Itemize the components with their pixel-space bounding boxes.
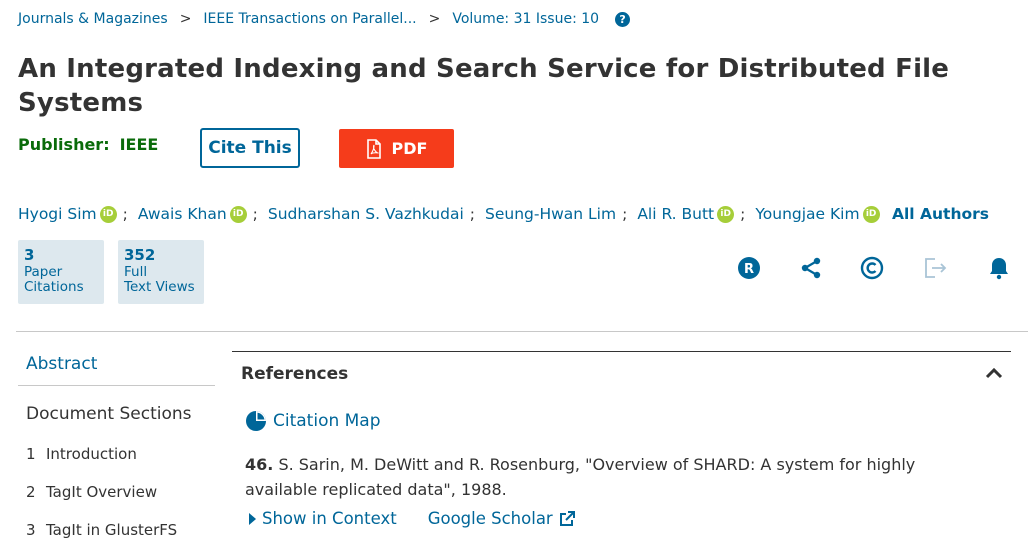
section-label: TagIt in GlusterFS: [46, 521, 178, 539]
breadcrumb-separator: >: [428, 11, 441, 27]
reference-links: Show in Context Google Scholar: [248, 509, 575, 528]
rights-icon[interactable]: R: [736, 255, 762, 281]
show-in-context-label: Show in Context: [262, 509, 397, 528]
section-label: TagIt Overview: [46, 483, 158, 501]
breadcrumb-journal[interactable]: IEEE Transactions on Parallel...: [203, 11, 416, 27]
pdf-button[interactable]: PDF: [339, 129, 454, 168]
external-link-icon: [559, 510, 575, 526]
section-number: 3: [26, 521, 36, 539]
help-icon[interactable]: ?: [615, 11, 631, 27]
publisher-value: IEEE: [119, 135, 159, 154]
author-link[interactable]: Sudharshan S. Vazhkudai: [268, 205, 464, 223]
orcid-icon[interactable]: iD: [862, 205, 880, 223]
chevron-up-icon[interactable]: [985, 365, 1003, 384]
section-label: Introduction: [46, 445, 137, 463]
page-title: An Integrated Indexing and Search Servic…: [18, 54, 950, 118]
all-authors-link[interactable]: All Authors: [892, 205, 989, 223]
orcid-icon[interactable]: iD: [99, 205, 117, 223]
metric-value: 352: [124, 246, 156, 264]
section-number: 2: [26, 483, 36, 501]
metric-label: Full: [124, 264, 148, 280]
metric-label: Citations: [24, 279, 84, 295]
metric-label: Paper: [24, 264, 63, 280]
pie-chart-icon: [246, 411, 266, 431]
paper-citations-metric[interactable]: 3 Paper Citations: [18, 240, 104, 304]
full-text-views-metric[interactable]: 352 Full Text Views: [118, 240, 204, 304]
author-link[interactable]: Youngjae Kim: [755, 205, 859, 223]
author-link[interactable]: Awais Khan: [138, 205, 227, 223]
author-link[interactable]: Seung-Hwan Lim: [485, 205, 616, 223]
orcid-icon[interactable]: iD: [717, 205, 735, 223]
breadcrumb-separator: >: [179, 11, 192, 27]
citation-map-label: Citation Map: [273, 411, 381, 431]
orcid-icon[interactable]: iD: [229, 205, 247, 223]
author-separator: ;: [252, 205, 258, 223]
metric-label: Text Views: [124, 279, 195, 295]
nav-section-tagit-overview[interactable]: 2 TagIt Overview: [26, 483, 157, 501]
author-separator: ;: [122, 205, 128, 223]
nav-section-introduction[interactable]: 1 Introduction: [26, 445, 137, 463]
breadcrumb-volume-issue[interactable]: Volume: 31 Issue: 10: [452, 11, 599, 27]
svg-text:R: R: [744, 262, 754, 277]
author-separator: ;: [469, 205, 475, 223]
author-separator: ;: [740, 205, 746, 223]
publisher-label: Publisher:: [18, 135, 110, 154]
metric-value: 3: [24, 246, 35, 264]
reference-entry: 46. S. Sarin, M. DeWitt and R. Rosenburg…: [245, 452, 985, 502]
divider: [232, 351, 1011, 352]
author-separator: ;: [622, 205, 628, 223]
caret-right-icon: [249, 512, 256, 525]
author-link[interactable]: Ali R. Butt: [637, 205, 714, 223]
breadcrumb: Journals & Magazines > IEEE Transactions…: [18, 11, 631, 27]
show-in-context-link[interactable]: Show in Context: [248, 509, 397, 528]
pdf-label: PDF: [391, 139, 428, 158]
section-number: 1: [26, 445, 36, 463]
divider: [18, 385, 215, 386]
google-scholar-label: Google Scholar: [427, 509, 553, 528]
citation-map-link[interactable]: Citation Map: [245, 410, 381, 432]
alert-bell-icon[interactable]: [986, 255, 1012, 281]
nav-section-tagit-glusterfs[interactable]: 3 TagIt in GlusterFS: [26, 521, 177, 539]
share-icon[interactable]: [798, 255, 824, 281]
references-heading: References: [241, 364, 349, 384]
pdf-file-icon: [366, 138, 381, 159]
publisher: Publisher: IEEE: [18, 135, 158, 154]
breadcrumb-journals-magazines[interactable]: Journals & Magazines: [18, 11, 168, 27]
copyright-icon[interactable]: [859, 255, 885, 281]
nav-abstract[interactable]: Abstract: [26, 354, 97, 374]
author-list: Hyogi Sim iD; Awais Khan iD; Sudharshan S.…: [18, 205, 880, 223]
cite-this-button[interactable]: Cite This: [200, 128, 300, 168]
document-sections-heading: Document Sections: [26, 404, 192, 424]
export-icon[interactable]: [922, 255, 948, 281]
divider: [16, 331, 1028, 332]
author-link[interactable]: Hyogi Sim: [18, 205, 97, 223]
reference-text: S. Sarin, M. DeWitt and R. Rosenburg, "O…: [245, 455, 916, 499]
reference-number: 46.: [245, 455, 274, 474]
google-scholar-link[interactable]: Google Scholar: [428, 509, 575, 528]
